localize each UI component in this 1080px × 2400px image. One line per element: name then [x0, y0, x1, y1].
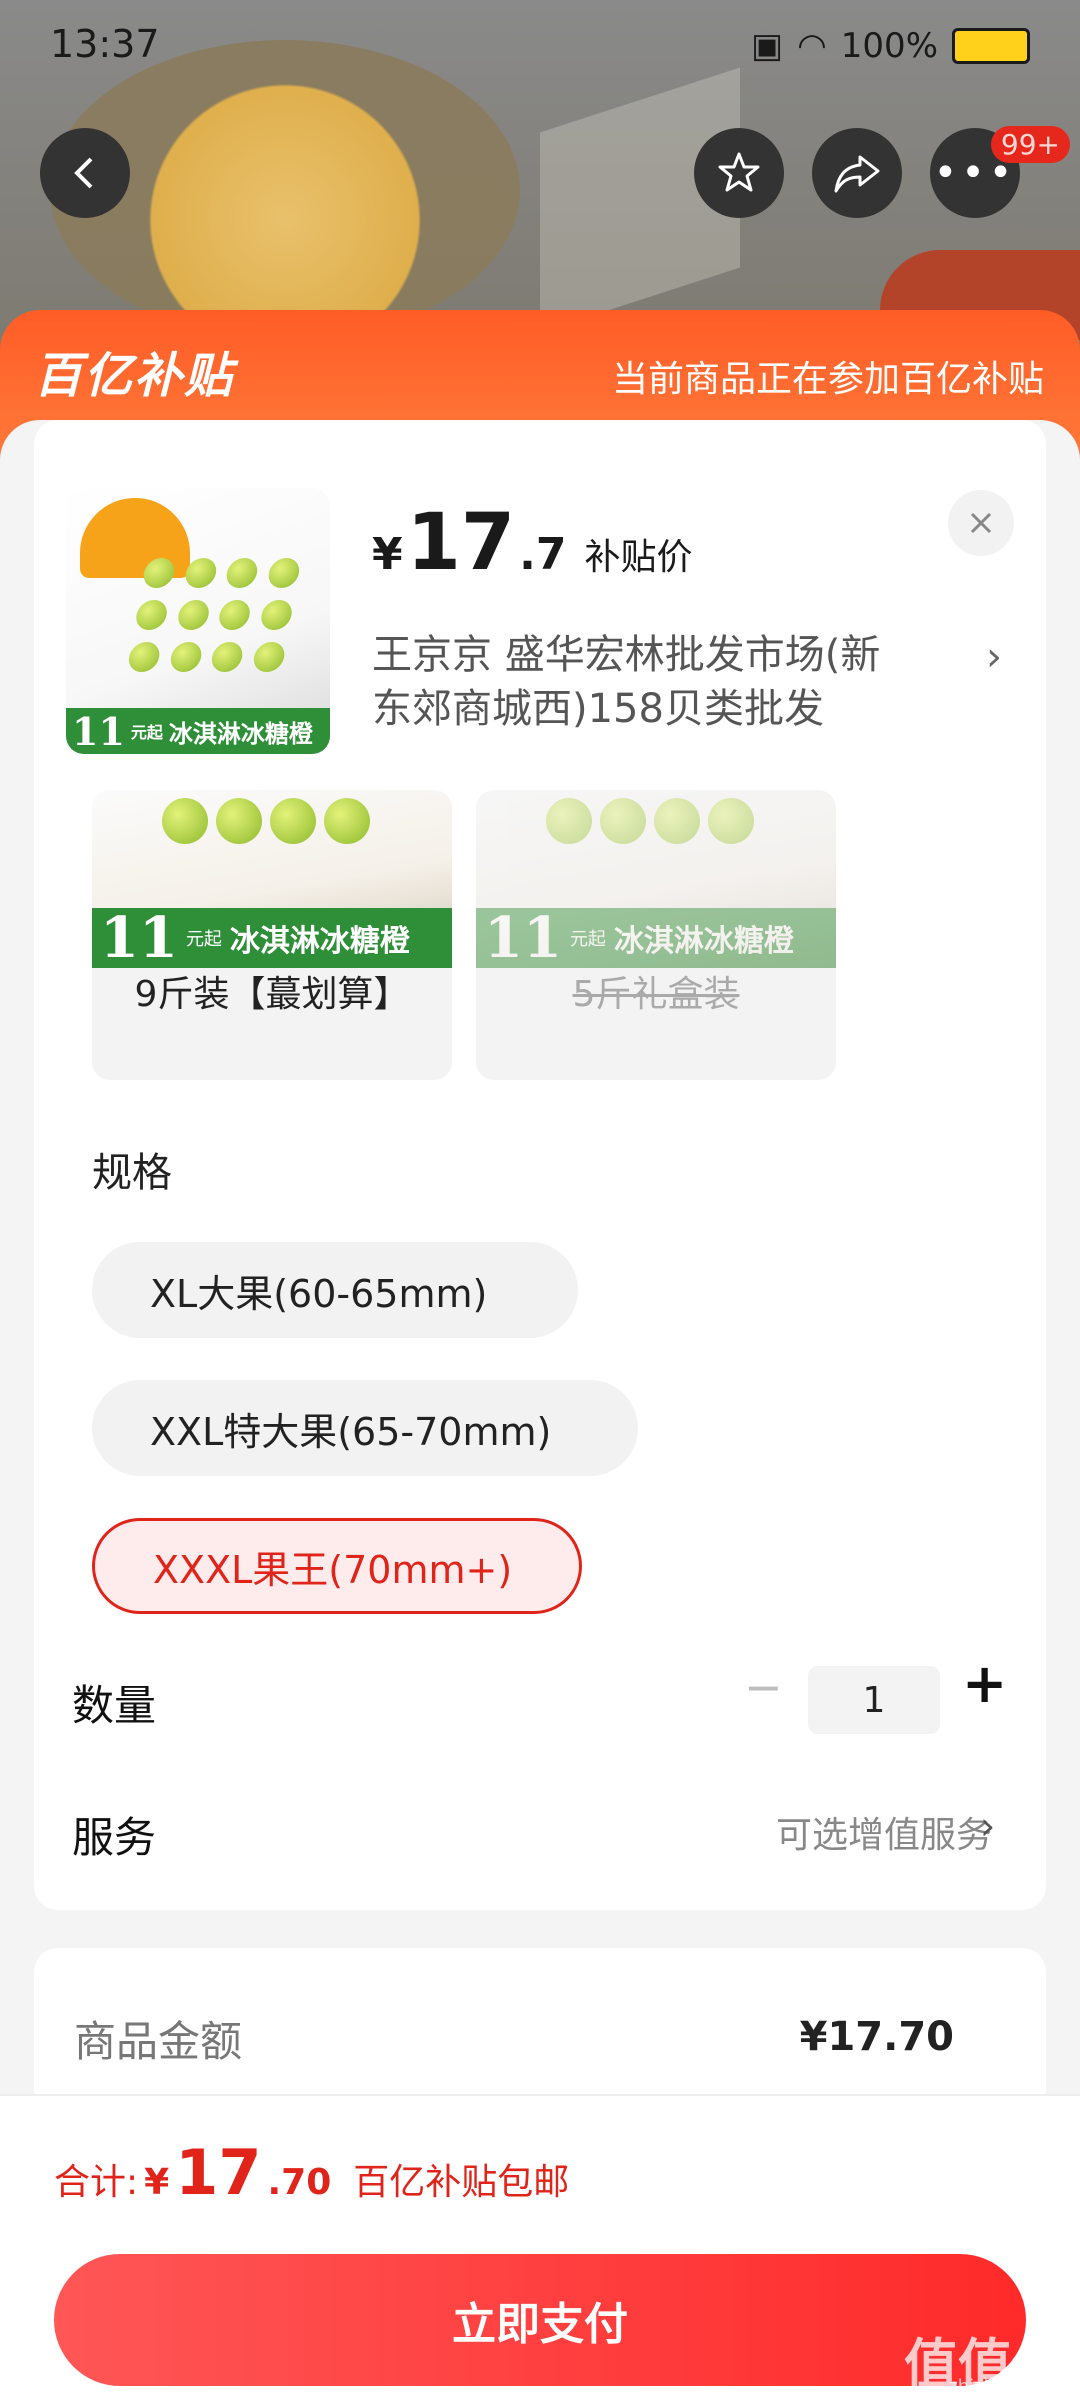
total-decimal: .70 — [267, 2162, 332, 2203]
status-icons: ▣ ◠ 100% — [751, 26, 1030, 66]
price-tag: 补贴价 — [584, 537, 693, 578]
service-label: 服务 — [72, 1813, 157, 1862]
favorite-button[interactable] — [694, 128, 784, 218]
star-icon — [718, 152, 760, 192]
pay-now-button[interactable]: 立即支付 — [54, 2254, 1026, 2386]
subsidy-logo: 百亿补贴 — [34, 348, 235, 404]
shipping-note: 百亿补贴包邮 — [353, 2162, 570, 2203]
total-price: 合计: ¥ 17 .70 百亿补贴包邮 — [54, 2136, 569, 2209]
watermark-url: zhizhizhi.com — [948, 2376, 1070, 2397]
battery-percent: 100% — [840, 26, 938, 66]
battery-icon — [952, 28, 1030, 64]
fruit-grid — [125, 558, 306, 678]
price-decimal: .7 — [519, 529, 567, 580]
chevron-right-icon: › — [980, 1804, 996, 1848]
wifi-icon: ◠ — [797, 26, 827, 66]
product-thumbnail[interactable]: 11 元起 冰淇淋冰糖橙 — [66, 488, 330, 754]
share-button[interactable] — [812, 128, 902, 218]
quantity-increase-button[interactable]: + — [962, 1652, 1007, 1715]
quantity-decrease-button[interactable]: − — [744, 1660, 783, 1714]
share-icon — [834, 155, 880, 193]
subsidy-price: ¥ 17 .7 补贴价 — [372, 498, 693, 588]
sim-icon: ▣ — [751, 26, 784, 66]
variant-card-5jin[interactable]: 11 元起 冰淇淋冰糖橙 5斤礼盒装 — [476, 790, 836, 1080]
amount-value: ¥17.70 — [799, 2014, 954, 2060]
variant-label-strip: 11 元起 冰淇淋冰糖橙 — [476, 905, 836, 971]
notification-badge: 99+ — [990, 126, 1070, 163]
spec-title: 规格 — [92, 1150, 172, 1196]
service-value[interactable]: 可选增值服务 — [776, 1806, 992, 1858]
status-time: 13:37 — [50, 22, 160, 66]
chevron-right-icon: › — [986, 634, 1002, 680]
variant-label-strip: 11 元起 冰淇淋冰糖橙 — [92, 905, 452, 971]
close-button[interactable] — [948, 490, 1014, 556]
amount-label: 商品金额 — [74, 2017, 243, 2066]
thumbnail-label: 11 元起 冰淇淋冰糖橙 — [66, 708, 330, 754]
variant-caption: 9斤装【蕞划算】 — [134, 974, 410, 1015]
subsidy-banner-text: 当前商品正在参加百亿补贴 — [611, 359, 1044, 400]
total-integer: 17 — [175, 2136, 262, 2209]
total-symbol: ¥ — [144, 2162, 170, 2203]
back-button[interactable] — [40, 128, 130, 218]
chevron-left-icon — [74, 157, 93, 189]
total-label: 合计: — [54, 2162, 139, 2203]
quantity-input[interactable]: 1 — [808, 1666, 940, 1734]
price-symbol: ¥ — [372, 529, 403, 580]
spec-option-xl[interactable]: XL大果(60-65mm) — [92, 1242, 578, 1338]
shop-name[interactable]: 王京京 盛华宏林批发市场(新 东郊商城西)158贝类批发 — [372, 628, 972, 736]
variant-card-9jin[interactable]: 11 元起 冰淇淋冰糖橙 9斤装【蕞划算】 — [92, 790, 452, 1080]
spec-option-xxxl[interactable]: XXXL果王(70mm+) — [92, 1518, 582, 1614]
quantity-label: 数量 — [72, 1681, 157, 1730]
variant-caption: 5斤礼盒装 — [572, 974, 740, 1015]
price-integer: 17 — [406, 498, 516, 588]
spec-option-xxl[interactable]: XXL特大果(65-70mm) — [92, 1380, 638, 1476]
close-icon — [970, 512, 992, 534]
